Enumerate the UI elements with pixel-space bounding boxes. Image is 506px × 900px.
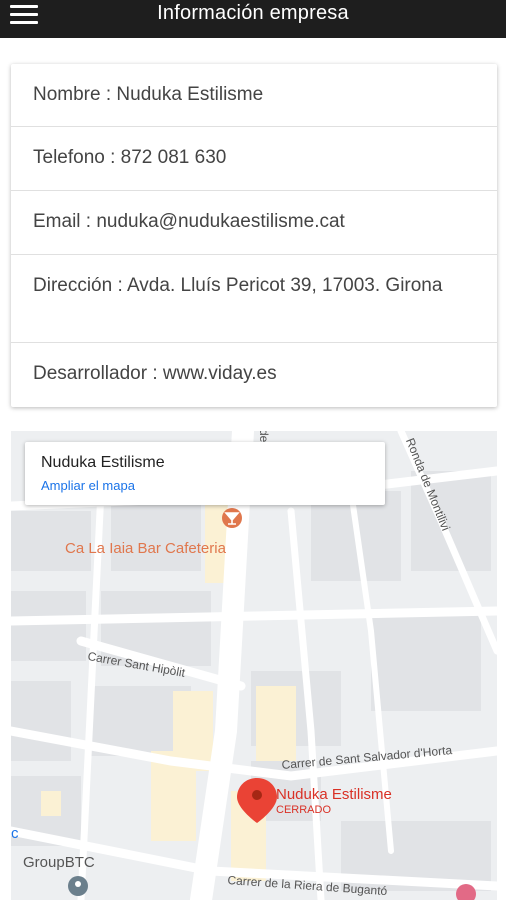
- poi-bar-label: Ca La Iaia Bar Cafeteria: [65, 540, 226, 557]
- address-row[interactable]: Dirección : Avda. Lluís Pericot 39, 1700…: [11, 255, 497, 343]
- map-view[interactable]: Nuduka Estilisme Ampliar el mapa Ca La I…: [11, 431, 497, 900]
- company-name-row: Nombre : Nuduka Estilisme: [11, 64, 497, 127]
- enlarge-map-link[interactable]: Ampliar el mapa: [41, 478, 135, 493]
- page-title: Información empresa: [157, 2, 349, 24]
- phone-row[interactable]: Telefono : 872 081 630: [11, 127, 497, 191]
- poi-group-label: GroupBTC: [23, 854, 95, 871]
- cafe-poi-icon: [222, 508, 242, 528]
- map-edge-label: c: [11, 825, 19, 842]
- street-de-label: de: [257, 431, 271, 443]
- email-row[interactable]: Email : nuduka@nudukaestilisme.cat: [11, 191, 497, 255]
- app-header: Información empresa: [0, 0, 506, 38]
- group-poi-icon: [68, 876, 88, 896]
- developer-row[interactable]: Desarrollador : www.viday.es: [11, 343, 497, 407]
- company-info-card: Nombre : Nuduka Estilisme Telefono : 872…: [11, 64, 497, 407]
- marker-name-label: Nuduka Estilisme: [276, 786, 392, 803]
- map-business-name: Nuduka Estilisme: [41, 454, 165, 471]
- map-info-card: Nuduka Estilisme Ampliar el mapa: [25, 442, 385, 505]
- marker-status-label: CERRADO: [276, 804, 332, 816]
